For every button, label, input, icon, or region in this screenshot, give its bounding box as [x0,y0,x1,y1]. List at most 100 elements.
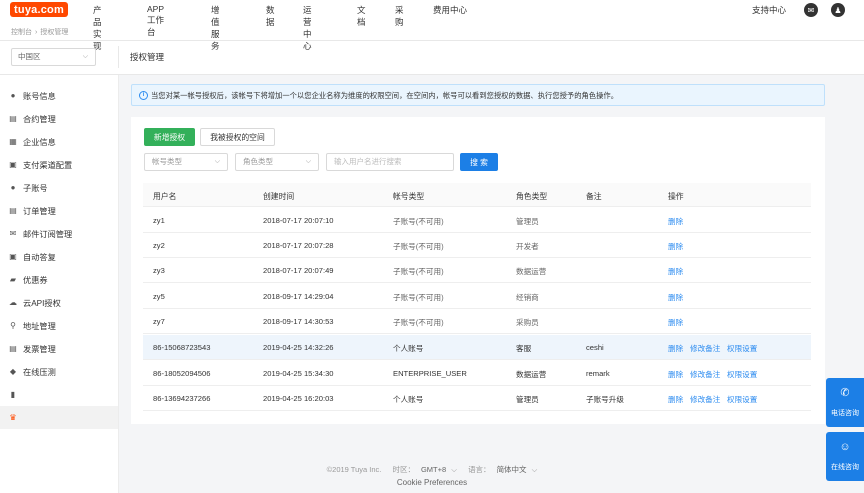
cell-account: 个人账号 [393,344,424,353]
col-note: 备注 [586,192,602,201]
sidebar-item-label: 支付渠道配置 [23,160,73,170]
cell-time: 2019-04-25 16:20:03 [263,394,334,403]
sidebar-item-address[interactable]: ⚲ 地址管理 [0,314,118,337]
permission-settings-link[interactable]: 权限设置 [727,394,757,405]
phone-consult-button[interactable]: ✆ 电话咨询 [826,378,864,427]
delete-link[interactable]: 删除 [668,317,683,328]
cell-role: 客服 [516,344,532,353]
sidebar-item-label: 订单管理 [23,206,56,216]
online-consult-button[interactable]: ☺ 在线咨询 [826,432,864,481]
support-center-link[interactable]: 支持中心 [752,4,786,16]
sidebar-item-account-info[interactable]: ● 账号信息 [0,84,118,107]
coupon-icon: ▰ [9,274,17,284]
table-header: 用户名 创建时间 帐号类型 角色类型 备注 操作 [143,183,811,207]
chevron-down-icon: ⌵ [82,53,88,60]
nav-item[interactable]: 文档 [357,4,366,28]
cloud-icon: ☁ [9,297,17,307]
permission-settings-link[interactable]: 权限设置 [727,343,757,354]
sidebar-item-label: 在线压测 [23,367,56,377]
edit-note-link[interactable]: 修改备注 [690,394,720,405]
edit-note-link[interactable]: 修改备注 [690,369,720,380]
role-type-select[interactable]: 角色类型 ⌵ [235,153,319,171]
order-icon: ▤ [9,205,17,215]
edit-note-link[interactable]: 修改备注 [690,343,720,354]
cell-account: 子账号(不可用) [393,293,444,302]
sidebar: ● 账号信息 ▤ 合约管理 ▦ 企业信息 ▣ 支付渠道配置 ● 子账号 ▤ 订单管理 ✉ 邮件… [0,75,119,493]
breadcrumb-console[interactable]: 控制台 [11,29,32,36]
sidebar-item-auto-reply[interactable]: ▣ 自动答复 [0,245,118,268]
sidebar-item-payment[interactable]: ▣ 支付渠道配置 [0,153,118,176]
permission-settings-link[interactable]: 权限设置 [727,369,757,380]
sidebar-item-mail[interactable]: ✉ 邮件订阅管理 [0,222,118,245]
language-select[interactable]: 语言： 简体中文 ⌵ [465,465,537,474]
sidebar-item-clipboard[interactable]: ▮ [0,383,118,406]
granted-spaces-button[interactable]: 我被授权的空间 [200,128,275,146]
cell-note: remark [586,369,610,378]
sidebar-item-orders[interactable]: ▤ 订单管理 [0,199,118,222]
cell-role: 数据运营 [516,370,547,379]
nav-item[interactable]: 采购 [395,4,404,28]
cell-time: 2019-04-25 15:34:30 [263,369,334,378]
nav-item[interactable]: 产品实现 [93,4,102,52]
message-icon[interactable]: ✉ [804,3,818,17]
delete-link[interactable]: 删除 [668,343,683,354]
table-row: zy2 2018-07-17 20:07:28 子账号(不可用) 开发者 删除 [143,233,811,258]
chevron-right-icon: › [35,29,38,36]
sidebar-item-cloud-api[interactable]: ☁ 云API授权 [0,291,118,314]
tuya-logo[interactable]: tuya.com [10,2,68,17]
sidebar-item-stress-test[interactable]: ◆ 在线压测 [0,360,118,383]
account-type-select[interactable]: 帐号类型 ⌵ [144,153,228,171]
username-search-input[interactable]: 输入用户名进行搜索 [326,153,454,171]
cell-username: zy5 [153,292,165,301]
cell-role: 开发者 [516,242,539,251]
sidebar-item-coupon[interactable]: ▰ 优惠券 [0,268,118,291]
language-value: 简体中文 [496,465,527,474]
table-row: 86-18052094506 2019-04-25 15:34:30 ENTER… [143,361,811,386]
cell-username: zy7 [153,317,165,326]
cell-time: 2018-07-17 20:07:49 [263,266,334,275]
header-divider [0,40,864,41]
chat-icon: ☺ [839,441,851,453]
copyright: ©2019 Tuya Inc. [326,465,382,474]
delete-link[interactable]: 删除 [668,369,683,380]
cell-username: 86-15068723543 [153,343,211,352]
search-button[interactable]: 搜 索 [460,153,498,171]
avatar[interactable]: ♟ [831,3,845,17]
nav-item[interactable]: 费用中心 [433,4,467,16]
add-authorization-button[interactable]: 新增授权 [144,128,195,146]
cell-role: 数据运营 [516,267,547,276]
nav-item[interactable]: 增值服务 [211,4,220,52]
sidebar-item-label: 合约管理 [23,114,56,124]
cell-account: ENTERPRISE_USER [393,369,467,378]
cell-role: 经销商 [516,293,539,302]
float-label: 在线咨询 [831,464,859,471]
sidebar-item-invoice[interactable]: ▤ 发票管理 [0,337,118,360]
sidebar-item-authorization[interactable]: ♛ [0,406,118,429]
nav-item[interactable]: 运营中心 [303,4,312,52]
authorization-icon: ♛ [9,412,17,422]
region-value: 中国区 [18,52,41,61]
cookie-preferences-link[interactable]: Cookie Preferences [0,478,864,487]
nav-item[interactable]: 数据 [266,4,275,28]
sidebar-item-sub-account[interactable]: ● 子账号 [0,176,118,199]
cell-time: 2018-07-17 20:07:10 [263,216,334,225]
timezone-select[interactable]: 时区： GMT+8 ⌵ [389,465,457,474]
region-select[interactable]: 中国区 ⌵ [11,48,96,66]
timezone-label: 时区： [392,465,415,474]
cell-time: 2018-09-17 14:29:04 [263,292,334,301]
nav-item[interactable]: APP工作台 [147,4,164,38]
delete-link[interactable]: 删除 [668,266,683,277]
delete-link[interactable]: 删除 [668,241,683,252]
table-row: zy7 2018-09-17 14:30:53 子账号(不可用) 采购员 删除 [143,309,811,334]
cell-note: ceshi [586,343,604,352]
table-row: zy1 2018-07-17 20:07:10 子账号(不可用) 管理员 删除 [143,208,811,233]
delete-link[interactable]: 删除 [668,216,683,227]
delete-link[interactable]: 删除 [668,292,683,303]
payment-icon: ▣ [9,159,17,169]
vertical-divider [118,46,119,68]
sidebar-item-label: 优惠券 [23,275,48,285]
delete-link[interactable]: 删除 [668,394,683,405]
sidebar-item-contract[interactable]: ▤ 合约管理 [0,107,118,130]
info-icon: i [139,91,148,100]
sidebar-item-company[interactable]: ▦ 企业信息 [0,130,118,153]
